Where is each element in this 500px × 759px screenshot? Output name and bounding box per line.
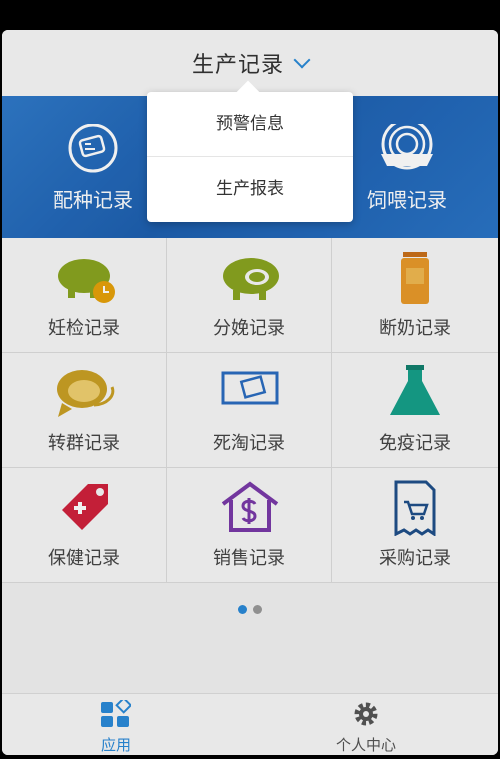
menu-item-warning-info[interactable]: 预警信息 — [147, 92, 353, 156]
app-screen: 生产记录 配种记录 饲喂记录 妊检记录 分娩记录 断奶记录 转群记录 死淘记录 … — [2, 30, 498, 755]
dropdown-menu: 预警信息 生产报表 — [147, 92, 353, 222]
menu-item-production-report[interactable]: 生产报表 — [147, 156, 353, 221]
